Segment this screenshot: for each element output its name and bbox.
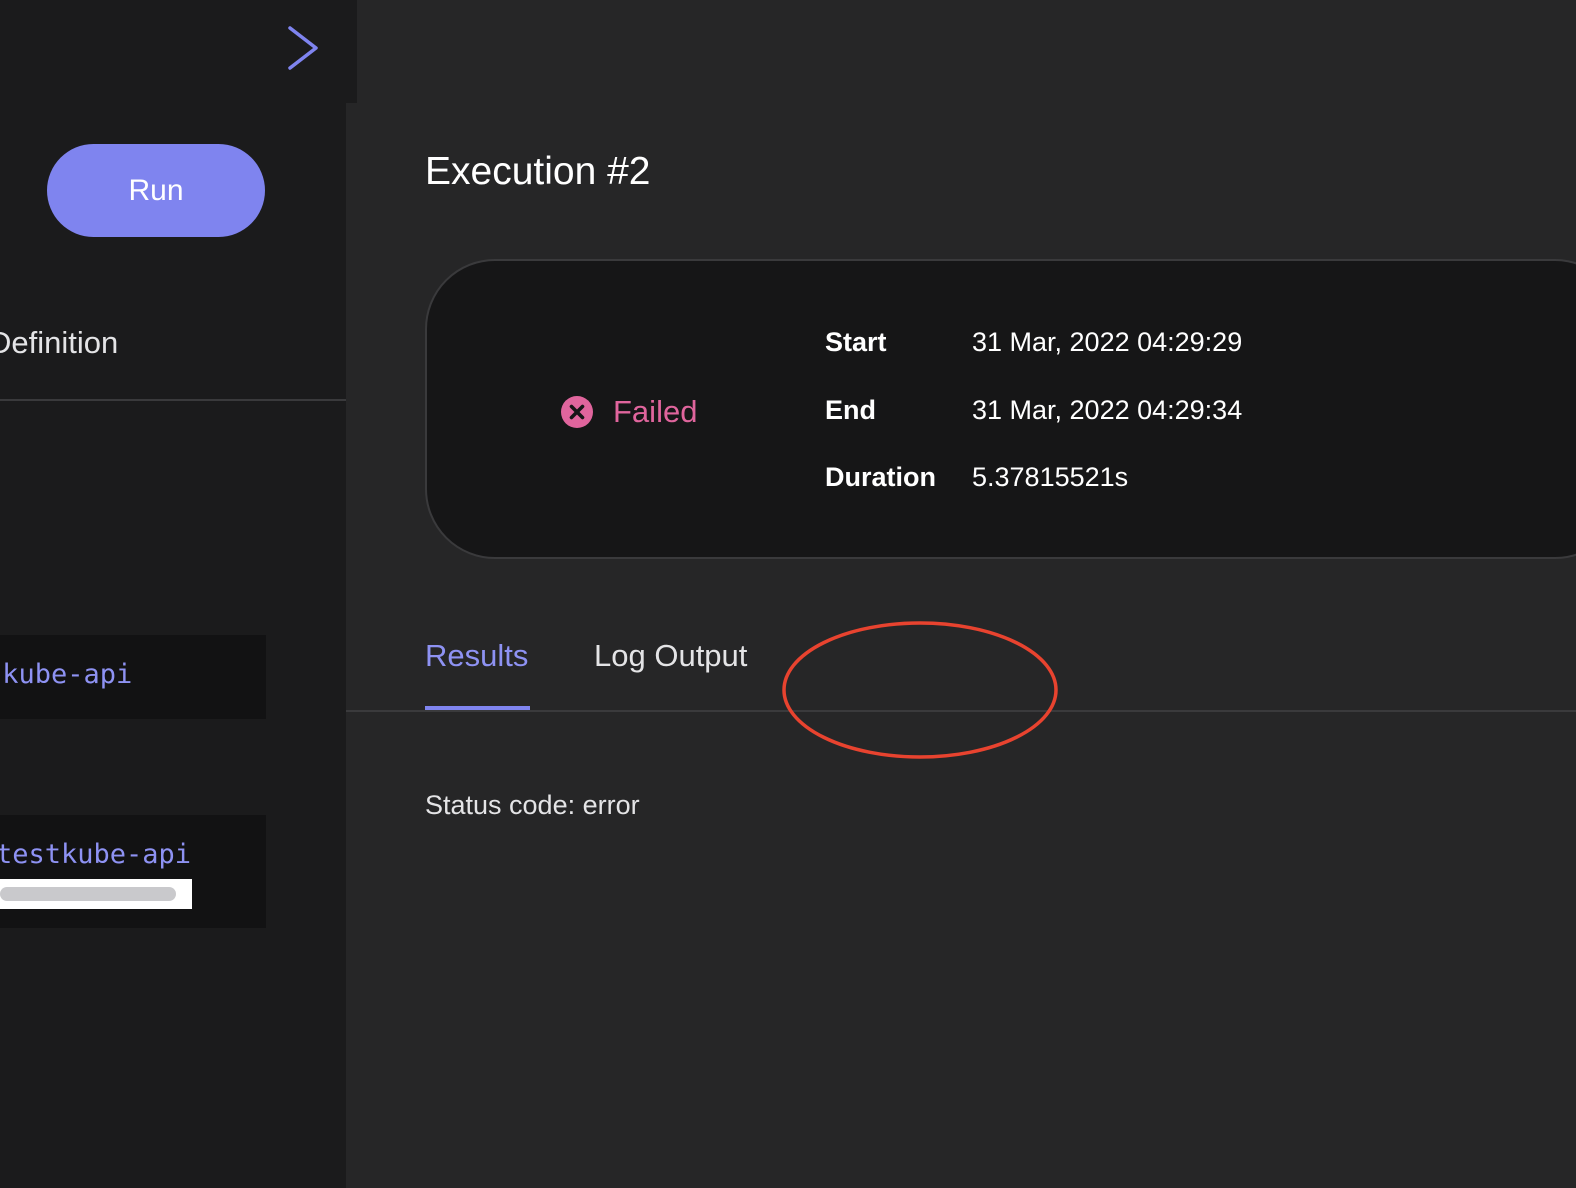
code-text: tkube-api bbox=[0, 659, 133, 690]
annotation-circle bbox=[782, 621, 1058, 759]
status-badge: Failed bbox=[560, 394, 697, 430]
page-title: Execution #2 bbox=[425, 150, 651, 193]
meta-row-start: Start 31 Mar, 2022 04:29:29 bbox=[825, 327, 1242, 358]
tab-results[interactable]: Results bbox=[425, 638, 528, 674]
horizontal-scrollbar[interactable] bbox=[0, 879, 192, 909]
scrollbar-thumb[interactable] bbox=[0, 887, 176, 901]
sidebar-toggle-strip bbox=[0, 0, 357, 103]
meta-value: 31 Mar, 2022 04:29:29 bbox=[972, 327, 1243, 357]
failed-x-circle-icon bbox=[561, 396, 593, 428]
meta-row-duration: Duration 5.37815521s bbox=[825, 462, 1128, 493]
meta-key: Duration bbox=[825, 462, 936, 492]
tab-log-output[interactable]: Log Output bbox=[594, 638, 747, 674]
sidebar: Run Definition tkube-api testkube-api bbox=[0, 103, 346, 1188]
code-block: tkube-api bbox=[0, 635, 266, 719]
execution-summary-card: Failed Start 31 Mar, 2022 04:29:29 End 3… bbox=[425, 259, 1576, 559]
chevron-right-icon[interactable] bbox=[283, 24, 323, 72]
status-text: Failed bbox=[613, 394, 698, 429]
sidebar-divider bbox=[0, 399, 346, 401]
code-block-scrollable: testkube-api bbox=[0, 815, 266, 928]
sidebar-section-definition[interactable]: Definition bbox=[0, 325, 118, 361]
meta-key: Start bbox=[825, 327, 887, 357]
run-button[interactable]: Run bbox=[47, 144, 265, 237]
meta-key: End bbox=[825, 395, 876, 425]
app-root: Run Definition tkube-api testkube-api Ex… bbox=[0, 0, 1576, 1188]
meta-row-end: End 31 Mar, 2022 04:29:34 bbox=[825, 395, 1242, 426]
result-status-text: Status code: error bbox=[425, 790, 640, 820]
code-text: testkube-api bbox=[0, 839, 192, 870]
meta-value: 31 Mar, 2022 04:29:34 bbox=[972, 395, 1243, 425]
meta-value: 5.37815521s bbox=[972, 462, 1129, 492]
